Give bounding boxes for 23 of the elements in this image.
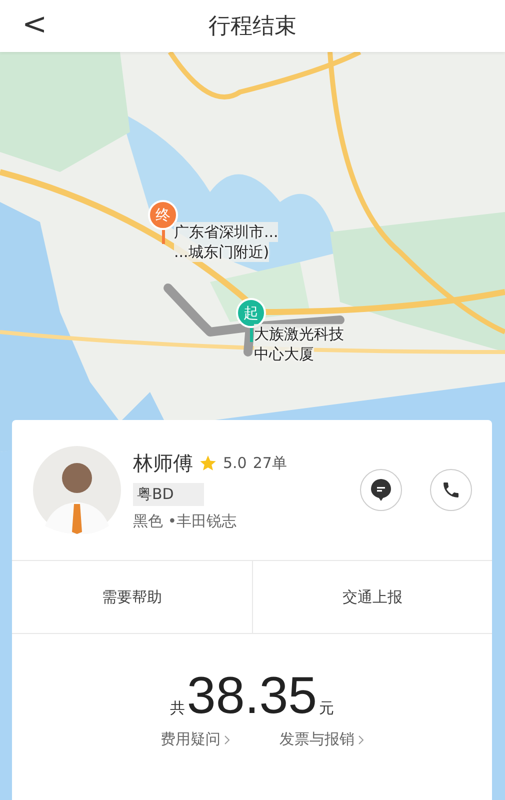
chat-bubble-icon — [370, 478, 392, 502]
license-plate: 粤BD — [133, 482, 204, 506]
page-title: 行程结束 — [208, 13, 296, 41]
phone-icon — [441, 480, 461, 500]
chevron-icon — [224, 734, 230, 744]
phone-button[interactable] — [430, 469, 472, 511]
fare-amount: 38.35 — [186, 670, 318, 722]
total-prefix: 共 — [170, 699, 185, 718]
back-button[interactable]: < — [18, 8, 52, 42]
invoice-link[interactable]: 发票与报销 — [280, 730, 354, 749]
location-label: ...城东门附近) — [174, 242, 270, 262]
driver-name: 林师傅 — [133, 450, 193, 476]
star-icon — [199, 454, 217, 472]
chevron-icon — [358, 734, 364, 744]
location-label: 大族激光科技 — [254, 324, 344, 344]
location-label: 中心大厦 — [254, 344, 314, 364]
location-label: 广东省深圳市... — [174, 222, 278, 242]
fare-question-link[interactable]: 费用疑问 — [160, 730, 220, 749]
car-description: 黑色 •丰田锐志 — [133, 512, 238, 530]
message-button[interactable] — [360, 469, 402, 511]
driver-rating: 5.0 — [223, 454, 247, 472]
order-count: 27单 — [252, 454, 287, 472]
currency-unit: 元 — [319, 699, 334, 718]
